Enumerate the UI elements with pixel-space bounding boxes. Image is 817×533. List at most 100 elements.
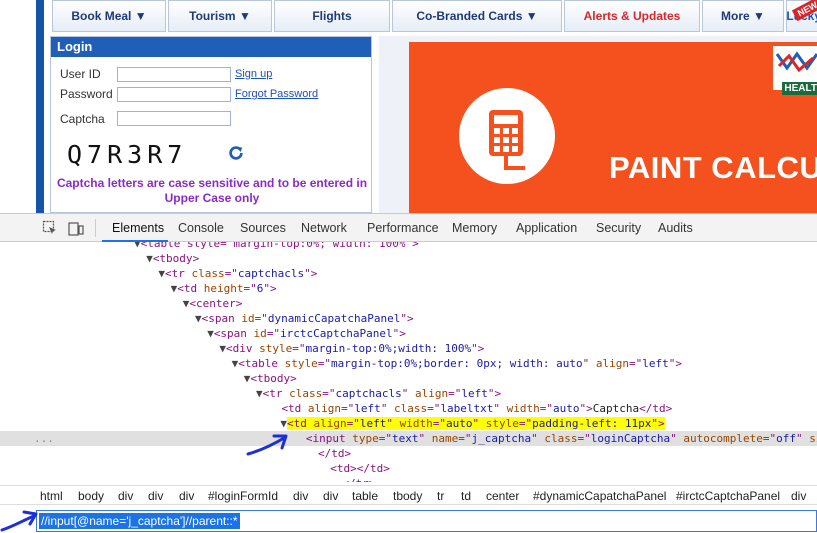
breadcrumb-item[interactable]: div (323, 489, 338, 503)
dom-punct: =" (292, 342, 306, 355)
breadcrumb-item[interactable]: #loginFormId (208, 489, 278, 503)
dom-node-markup: <span id="irctcCaptchaPanel"> (214, 327, 406, 340)
nav-alerts-updates[interactable]: Alerts & Updates (564, 0, 700, 32)
dom-node[interactable]: ▼<td align="left" width="auto" style="pa… (0, 416, 817, 431)
calculator-icon (489, 110, 525, 170)
dom-punct: > (494, 387, 502, 400)
dom-node[interactable]: </tr> (0, 476, 817, 482)
dom-node-content: </td> (305, 446, 351, 461)
breadcrumb-item[interactable]: div (148, 489, 163, 503)
expand-triangle-icon: ▼ (195, 312, 202, 325)
dom-node[interactable]: ▼<tbody> (0, 251, 817, 266)
dom-attr-value: left (359, 417, 387, 430)
breadcrumb-item[interactable]: div (118, 489, 133, 503)
signup-link[interactable]: Sign up (235, 68, 272, 80)
nav-lucky[interactable]: NEW Lucky (786, 0, 817, 32)
brand-logo: HEALT (773, 46, 817, 95)
forgot-password-link[interactable]: Forgot Password (235, 88, 318, 100)
dom-node[interactable]: ▼<table style="margin-top:0%;border: 0px… (0, 356, 817, 371)
dom-node-content: </tr> (329, 476, 375, 482)
dom-indent (293, 432, 306, 445)
dom-node[interactable]: ▼<table style="margin-top:0%; width: 100… (0, 242, 817, 251)
refresh-icon[interactable] (227, 144, 245, 162)
dom-punct: =" (458, 432, 472, 445)
nav-flights[interactable]: Flights (274, 0, 390, 32)
dom-node[interactable]: <td></td> (0, 461, 817, 476)
tab-sources[interactable]: Sources (240, 221, 286, 235)
breadcrumb-item[interactable]: center (486, 489, 519, 503)
breadcrumb-item[interactable]: #dynamicCapatchaPanel (533, 489, 666, 503)
dom-node-content: ▼<td align="left" width="auto" style="pa… (280, 416, 665, 431)
expand-triangle-icon: ▼ (207, 327, 214, 340)
dom-attr-name: align (589, 357, 630, 370)
dom-punct: " (651, 417, 658, 430)
breadcrumb-item[interactable]: div (791, 489, 806, 503)
dom-node[interactable]: ▼<tr class="captchacls" align="left"> (0, 386, 817, 401)
breadcrumb-item[interactable]: #irctcCaptchaPanel (676, 489, 780, 503)
password-input[interactable] (117, 87, 231, 102)
dom-node[interactable]: ▼<div style="margin-top:0%;width: 100%"> (0, 341, 817, 356)
nav-more[interactable]: More ▼ (702, 0, 784, 32)
dom-highlighted-node: <td align="left" width="auto" style="pad… (287, 417, 665, 430)
paint-calculator-banner[interactable]: PAINT CALCU HEALT (409, 42, 817, 213)
nav-book-meal[interactable]: Book Meal ▼ (52, 0, 166, 32)
dom-attr-value: auto (446, 417, 473, 430)
dom-node[interactable]: <td align="left" class="labeltxt" width=… (0, 401, 817, 416)
dom-attr-value: captchacls (237, 267, 305, 280)
userid-input[interactable] (117, 67, 231, 82)
tab-network[interactable]: Network (301, 221, 347, 235)
dom-indent (305, 447, 318, 460)
tab-memory[interactable]: Memory (452, 221, 497, 235)
dom-node[interactable]: ▼<tbody> (0, 371, 817, 386)
breadcrumb-item[interactable]: table (352, 489, 378, 503)
dom-node[interactable]: ▼<center> (0, 296, 817, 311)
breadcrumb-item[interactable]: tbody (393, 489, 422, 503)
breadcrumb-item[interactable]: body (78, 489, 104, 503)
dom-node-content: ▼<tbody> (146, 251, 199, 266)
nav-co-branded-cards[interactable]: Co-Branded Cards ▼ (392, 0, 562, 32)
dom-punct: =" (577, 432, 591, 445)
dom-attr-value: captchacls (335, 387, 402, 400)
dom-node-markup: </tr> (342, 477, 375, 482)
tab-audits[interactable]: Audits (658, 221, 693, 235)
dom-node[interactable]: ▼<td height="6"> (0, 281, 817, 296)
dom-attr-value: off (776, 432, 797, 445)
dom-node-content: ▼<tr class="captchacls" align="left"> (256, 386, 501, 401)
search-input[interactable]: //input[@name='j_captcha']//parent::* (36, 510, 817, 532)
breadcrumb-item[interactable]: div (179, 489, 194, 503)
device-toolbar-icon[interactable] (68, 220, 84, 236)
breadcrumb-item[interactable]: td (461, 489, 471, 503)
tab-elements[interactable]: Elements (112, 221, 164, 235)
breadcrumb-item[interactable]: tr (437, 489, 444, 503)
dom-node[interactable]: ▼<tr class="captchacls"> (0, 266, 817, 281)
dom-tag: <center (189, 297, 236, 310)
dom-attr-value: text (391, 432, 419, 445)
breadcrumb-item[interactable]: div (293, 489, 308, 503)
expand-triangle-icon: ▼ (146, 252, 153, 265)
dom-node-markup: <table style="margin-top:0%;border: 0px;… (238, 357, 682, 370)
userid-label: User ID (60, 67, 101, 81)
dom-node[interactable]: ▼<span id="dynamicCapatchaPanel"> (0, 311, 817, 326)
captcha-input[interactable] (117, 111, 231, 126)
dom-attr-name: class (387, 402, 428, 415)
dom-node[interactable]: ▼<span id="irctcCaptchaPanel"> (0, 326, 817, 341)
tab-performance[interactable]: Performance (367, 221, 439, 235)
dom-node[interactable]: </td> (0, 446, 817, 461)
dom-tag: <td (177, 282, 198, 295)
dom-punct: " (670, 432, 677, 445)
dom-attr-name: width (393, 417, 433, 430)
dom-tag: <input (305, 432, 346, 445)
nav-tourism[interactable]: Tourism ▼ (168, 0, 272, 32)
dom-punct: =" (629, 357, 643, 370)
dom-node-content: ▼<td height="6"> (171, 281, 277, 296)
dom-attr-value: dynamicCapatchaPanel (267, 312, 401, 325)
dom-punct: =" (448, 387, 462, 400)
page: { "nav": { "book_meal": "Book Meal ▼", "… (0, 0, 817, 533)
tab-application[interactable]: Application (516, 221, 577, 235)
dom-punct: =" (432, 417, 447, 430)
inspect-element-icon[interactable] (42, 220, 58, 236)
breadcrumb-item[interactable]: html (40, 489, 63, 503)
tab-security[interactable]: Security (596, 221, 641, 235)
tab-console[interactable]: Console (178, 221, 224, 235)
dom-node[interactable]: ... <input type="text" name="j_captcha" … (0, 431, 817, 446)
